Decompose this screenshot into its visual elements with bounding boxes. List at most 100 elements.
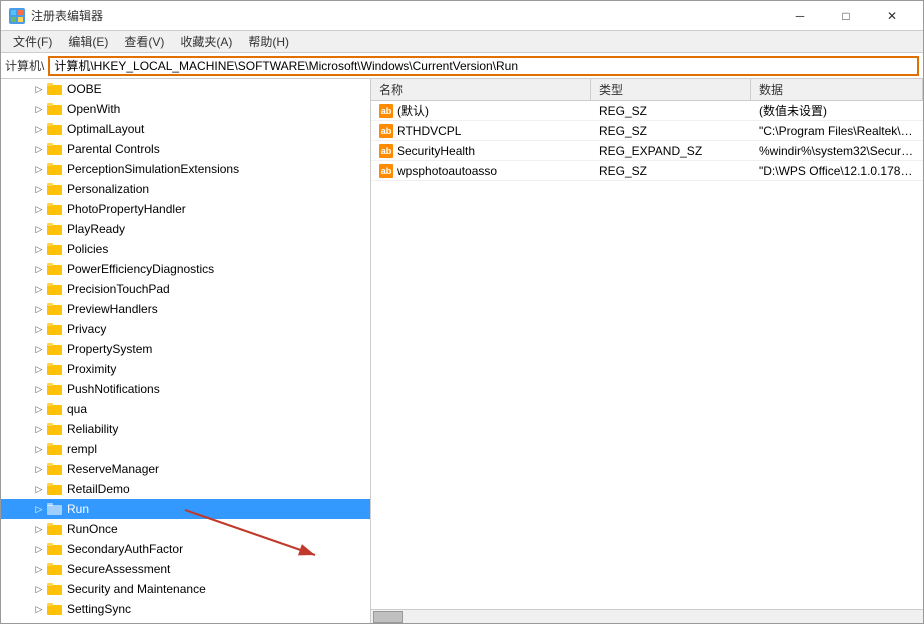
expand-icon[interactable]: ▷ bbox=[31, 361, 47, 377]
tree-item[interactable]: ▷ SettingSync bbox=[1, 599, 370, 619]
expand-icon[interactable]: ▷ bbox=[31, 301, 47, 317]
expand-icon[interactable]: ▷ bbox=[31, 141, 47, 157]
expand-icon[interactable]: ▷ bbox=[31, 561, 47, 577]
tree-item[interactable]: ▷ Reliability bbox=[1, 419, 370, 439]
expand-icon[interactable]: ▷ bbox=[31, 261, 47, 277]
tree-item[interactable]: ▷ RunOnce bbox=[1, 519, 370, 539]
folder-icon bbox=[47, 342, 63, 356]
table-row[interactable]: abSecurityHealthREG_EXPAND_SZ%windir%\sy… bbox=[371, 141, 923, 161]
tree-item[interactable]: ▷ Privacy bbox=[1, 319, 370, 339]
expand-icon[interactable]: ▷ bbox=[31, 541, 47, 557]
main-window: 注册表编辑器 ─ □ ✕ 文件(F) 编辑(E) 查看(V) 收藏夹(A) 帮助… bbox=[0, 0, 924, 624]
expand-icon[interactable]: ▷ bbox=[31, 501, 47, 517]
tree-item[interactable]: ▷ Personalization bbox=[1, 179, 370, 199]
tree-item-label: Privacy bbox=[67, 322, 106, 336]
expand-icon[interactable]: ▷ bbox=[31, 121, 47, 137]
tree-item[interactable]: ▷ OpenWith bbox=[1, 99, 370, 119]
tree-item[interactable]: ▷ PushNotifications bbox=[1, 379, 370, 399]
tree-item[interactable]: ▷ rempl bbox=[1, 439, 370, 459]
expand-icon[interactable]: ▷ bbox=[31, 441, 47, 457]
expand-icon[interactable]: ▷ bbox=[31, 341, 47, 357]
tree-item-label: Reliability bbox=[67, 422, 118, 436]
menu-file[interactable]: 文件(F) bbox=[5, 31, 60, 52]
tree-item[interactable]: ▷ SecondaryAuthFactor bbox=[1, 539, 370, 559]
expand-icon[interactable]: ▷ bbox=[31, 281, 47, 297]
tree-item[interactable]: ▷ OOBE bbox=[1, 79, 370, 99]
menu-favorites[interactable]: 收藏夹(A) bbox=[172, 31, 240, 52]
expand-icon[interactable]: ▷ bbox=[31, 321, 47, 337]
table-row[interactable]: ab(默认)REG_SZ(数值未设置) bbox=[371, 101, 923, 121]
tree-item[interactable]: ▷ PrecisionTouchPad bbox=[1, 279, 370, 299]
tree-item-label: RetailDemo bbox=[67, 482, 130, 496]
horizontal-scrollbar[interactable] bbox=[373, 611, 403, 623]
folder-icon bbox=[47, 362, 63, 376]
folder-icon bbox=[47, 202, 63, 216]
expand-icon[interactable]: ▷ bbox=[31, 461, 47, 477]
tree-item[interactable]: ▷ Proximity bbox=[1, 359, 370, 379]
minimize-button[interactable]: ─ bbox=[777, 1, 823, 31]
expand-icon[interactable]: ▷ bbox=[31, 241, 47, 257]
menu-view[interactable]: 查看(V) bbox=[116, 31, 172, 52]
menu-help[interactable]: 帮助(H) bbox=[240, 31, 297, 52]
expand-icon[interactable]: ▷ bbox=[31, 421, 47, 437]
folder-icon bbox=[47, 102, 63, 116]
reg-value-icon: ab bbox=[379, 144, 393, 158]
folder-icon bbox=[47, 562, 63, 576]
window-title: 注册表编辑器 bbox=[31, 7, 103, 24]
expand-icon[interactable]: ▷ bbox=[31, 201, 47, 217]
tree-item[interactable]: ▷ PhotoPropertyHandler bbox=[1, 199, 370, 219]
tree-item-label: PlayReady bbox=[67, 222, 125, 236]
reg-name-text: SecurityHealth bbox=[397, 144, 475, 158]
expand-icon[interactable]: ▷ bbox=[31, 401, 47, 417]
reg-value-icon: ab bbox=[379, 164, 393, 178]
tree-item[interactable]: ▷ SecureAssessment bbox=[1, 559, 370, 579]
tree-item-label: SettingSync bbox=[67, 602, 131, 616]
expand-icon[interactable]: ▷ bbox=[31, 101, 47, 117]
tree-item[interactable]: ▷ Security and Maintenance bbox=[1, 579, 370, 599]
expand-icon[interactable]: ▷ bbox=[31, 521, 47, 537]
expand-icon[interactable]: ▷ bbox=[31, 601, 47, 617]
folder-icon bbox=[47, 282, 63, 296]
expand-icon[interactable]: ▷ bbox=[31, 481, 47, 497]
table-row[interactable]: abRTHDVCPLREG_SZ"C:\Program Files\Realte… bbox=[371, 121, 923, 141]
table-body: ab(默认)REG_SZ(数值未设置)abRTHDVCPLREG_SZ"C:\P… bbox=[371, 101, 923, 609]
tree-item-label: rempl bbox=[67, 442, 97, 456]
expand-icon[interactable]: ▷ bbox=[31, 161, 47, 177]
table-row[interactable]: abwpsphotoautoassoREG_SZ"D:\WPS Office\1… bbox=[371, 161, 923, 181]
expand-icon[interactable]: ▷ bbox=[31, 581, 47, 597]
horizontal-scrollbar-area bbox=[371, 609, 923, 623]
folder-icon bbox=[47, 582, 63, 596]
tree-item-label: PhotoPropertyHandler bbox=[67, 202, 186, 216]
tree-item[interactable]: ▷ Policies bbox=[1, 239, 370, 259]
maximize-button[interactable]: □ bbox=[823, 1, 869, 31]
tree-item[interactable]: ▷ Run bbox=[1, 499, 370, 519]
tree-scroll[interactable]: ▷ OOBE▷ OpenWith▷ OptimalLayout▷ Parenta… bbox=[1, 79, 370, 623]
expand-icon[interactable]: ▷ bbox=[31, 181, 47, 197]
tree-item-label: SecondaryAuthFactor bbox=[67, 542, 183, 556]
cell-name: abRTHDVCPL bbox=[371, 124, 591, 138]
expand-icon[interactable]: ▷ bbox=[31, 81, 47, 97]
tree-item-label: OOBE bbox=[67, 82, 102, 96]
tree-item-label: Security and Maintenance bbox=[67, 582, 206, 596]
tree-item[interactable]: ▷ PlayReady bbox=[1, 219, 370, 239]
expand-icon[interactable]: ▷ bbox=[31, 381, 47, 397]
menu-edit[interactable]: 编辑(E) bbox=[60, 31, 116, 52]
tree-item[interactable]: ▷ ReserveManager bbox=[1, 459, 370, 479]
address-input[interactable] bbox=[48, 56, 919, 76]
tree-item[interactable]: ▷ PropertySystem bbox=[1, 339, 370, 359]
tree-item-label: Personalization bbox=[67, 182, 149, 196]
right-panel: 名称 类型 数据 ab(默认)REG_SZ(数值未设置)abRTHDVCPLRE… bbox=[371, 79, 923, 623]
close-button[interactable]: ✕ bbox=[869, 1, 915, 31]
tree-item[interactable]: ▷ PreviewHandlers bbox=[1, 299, 370, 319]
tree-item-label: OptimalLayout bbox=[67, 122, 144, 136]
tree-item[interactable]: ▷ PerceptionSimulationExtensions bbox=[1, 159, 370, 179]
tree-item-label: Proximity bbox=[67, 362, 116, 376]
tree-item[interactable]: ▷ PowerEfficiencyDiagnostics bbox=[1, 259, 370, 279]
tree-item[interactable]: ▷ Parental Controls bbox=[1, 139, 370, 159]
tree-item[interactable]: ▷ OptimalLayout bbox=[1, 119, 370, 139]
cell-data: "C:\Program Files\Realtek\Audio\HDA bbox=[751, 124, 923, 138]
tree-item[interactable]: ▷ RetailDemo bbox=[1, 479, 370, 499]
tree-item[interactable]: ▷ qua bbox=[1, 399, 370, 419]
reg-name-text: (默认) bbox=[397, 102, 429, 119]
expand-icon[interactable]: ▷ bbox=[31, 221, 47, 237]
